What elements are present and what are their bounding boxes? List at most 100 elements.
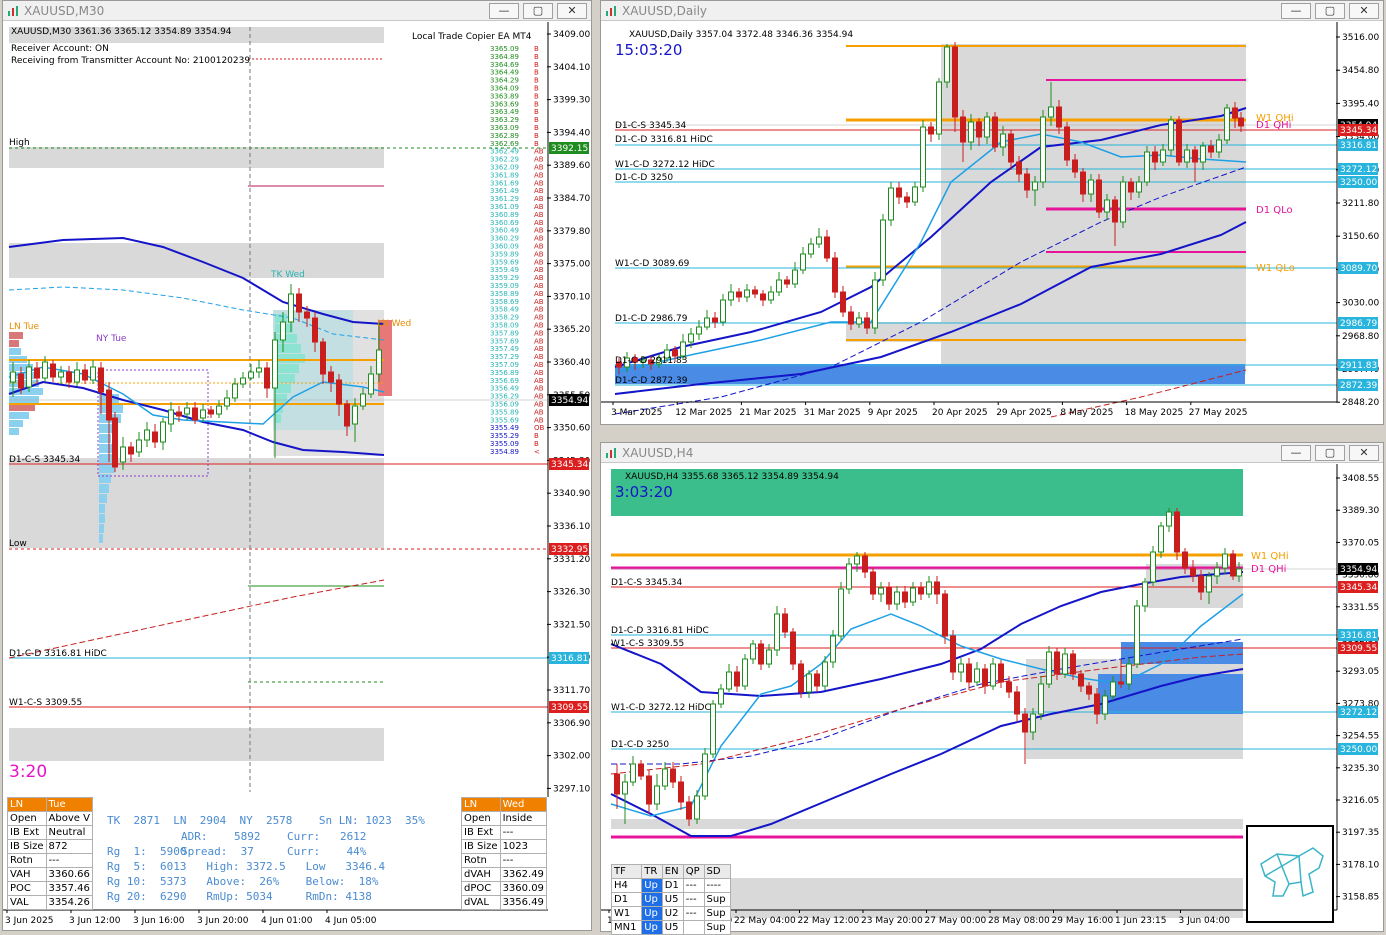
candle-bear: [192, 407, 198, 421]
time-tick-label: 3 Jun 04:00: [1179, 916, 1231, 926]
chart-window-daily[interactable]: XAUUSD,Daily — ▢ ✕ XAUUSD,Daily 3357.04 …: [600, 0, 1384, 425]
dom-price: 3359.09: [490, 282, 519, 290]
dom-price: 3361.49: [490, 187, 519, 195]
chart-area-h4[interactable]: XAUUSD,H4 3355.68 3365.12 3354.89 3354.9…: [601, 464, 1383, 935]
price-tag: 3250.00: [1340, 745, 1377, 755]
candle-bear: [902, 591, 908, 603]
dom-price: 3364.89: [490, 53, 519, 61]
candle-bull: [288, 293, 294, 323]
close-button[interactable]: ✕: [557, 2, 587, 19]
dom-flag: B: [534, 92, 539, 100]
window-titlebar[interactable]: XAUUSD,H4 — ▢ ✕: [601, 443, 1383, 463]
dom-price: 3359.69: [490, 258, 519, 266]
axis-tick-label: 3293.05: [1342, 667, 1379, 677]
chart-window-m30[interactable]: XAUUSD,M30 — ▢ ✕ XAUUSD,M30 3361.36 3365…: [2, 0, 592, 931]
axis-tick-label: 2848.20: [1342, 398, 1379, 408]
minimize-button[interactable]: —: [489, 2, 519, 19]
table-cell: dVAL: [461, 895, 501, 910]
dom-flag: AB: [534, 377, 544, 385]
minimize-button[interactable]: —: [1281, 2, 1311, 19]
dom-flag: OB: [534, 424, 545, 432]
m30-chart-canvas[interactable]: XAUUSD,M30 3361.36 3365.12 3354.89 3354.…: [3, 22, 591, 931]
axis-tick-label: 3516.00: [1342, 33, 1379, 43]
gray-zone: [9, 728, 384, 761]
chart-window-h4[interactable]: XAUUSD,H4 — ▢ ✕ XAUUSD,H4 3355.68 3365.1…: [600, 442, 1384, 935]
axis-tick-label: 3340.90: [553, 489, 590, 499]
dom-price: 3362.29: [490, 156, 519, 164]
candle-bull: [792, 269, 798, 285]
table-cell: Tue: [45, 797, 94, 812]
profile-bar: [99, 484, 109, 493]
profile-bar: [99, 534, 103, 543]
axis-tick-label: 3399.30: [553, 96, 590, 106]
candle-bear: [34, 367, 40, 379]
table-row: VAH 3360.66: [7, 867, 94, 882]
dom-price: 3355.89: [490, 408, 519, 416]
dom-flag: AB: [534, 401, 544, 409]
table-cell: Up: [641, 906, 663, 921]
window-titlebar[interactable]: XAUUSD,Daily — ▢ ✕: [601, 1, 1383, 21]
dom-flag: AB: [534, 385, 544, 393]
window-titlebar[interactable]: XAUUSD,M30 — ▢ ✕: [3, 1, 591, 21]
daily-chart-canvas[interactable]: XAUUSD,Daily 3357.04 3372.48 3346.36 335…: [601, 22, 1383, 425]
table-row: MN1 Up U5 Sup: [610, 920, 732, 935]
w1-qlo-label: W1 QLo: [1256, 263, 1295, 274]
chart-area-m30[interactable]: XAUUSD,M30 3361.36 3365.12 3354.89 3354.…: [3, 22, 591, 930]
time-tick-label: 3 Jun 16:00: [133, 916, 185, 926]
profile-bar: [99, 444, 113, 453]
table-cell: dVAH: [461, 867, 501, 882]
table-header-cell: TF: [610, 864, 643, 879]
candle-bull: [144, 429, 150, 441]
price-tag: 3316.81: [1340, 631, 1377, 641]
candle-bear: [1232, 107, 1238, 119]
dom-flag: AB: [534, 290, 544, 298]
axis-tick-label: 3331.55: [1342, 603, 1379, 613]
candle-bull: [160, 421, 166, 443]
candle-bear: [734, 671, 740, 687]
candle-bear: [712, 317, 718, 323]
dom-flag: AB: [534, 369, 544, 377]
dom-flag: AB: [534, 235, 544, 243]
table-cell: ---: [682, 892, 705, 907]
close-button[interactable]: ✕: [1349, 2, 1379, 19]
h4-chart-canvas[interactable]: XAUUSD,H4 3355.68 3365.12 3354.89 3354.9…: [601, 464, 1383, 932]
table-cell: 3354.26: [45, 895, 94, 910]
table-cell: ---: [682, 906, 705, 921]
dom-flag: AB: [534, 314, 544, 322]
chart-area-daily[interactable]: XAUUSD,Daily 3357.04 3372.48 3346.36 335…: [601, 22, 1383, 424]
axis-tick-label: 3331.20: [553, 555, 590, 565]
dom-flag: AB: [534, 306, 544, 314]
candle-bull: [806, 673, 812, 693]
close-button[interactable]: ✕: [1349, 444, 1379, 461]
candle-bull: [766, 649, 772, 665]
candle-bear: [862, 555, 868, 573]
table-cell: Sup: [703, 920, 732, 935]
candle-bull: [1184, 149, 1190, 163]
candle-bull: [768, 291, 774, 301]
table-cell: [682, 920, 705, 935]
dom-flag: AB: [534, 148, 544, 156]
dom-price: 3355.09: [490, 440, 519, 448]
table-row: LN Tue: [7, 797, 94, 812]
table-row: Open Inside: [461, 811, 548, 826]
ln-tue-label: LN Tue: [9, 322, 39, 332]
maximize-button[interactable]: ▢: [523, 2, 553, 19]
table-row: Rotn ---: [7, 853, 94, 868]
candle-bull: [654, 785, 660, 805]
minimize-button[interactable]: —: [1281, 444, 1311, 461]
candle-bear: [1016, 161, 1022, 175]
candle-bull: [1120, 181, 1126, 223]
dom-flag: AB: [534, 337, 544, 345]
price-tag: 3345.34: [551, 460, 588, 470]
candle-bull: [136, 439, 142, 453]
dom-flag: AB: [534, 219, 544, 227]
candle-bull: [926, 581, 932, 595]
candle-bear: [646, 775, 652, 805]
dom-price: 3361.69: [490, 179, 519, 187]
dom-price: 3359.49: [490, 266, 519, 274]
axis-tick-label: 3360.40: [553, 358, 590, 368]
maximize-button[interactable]: ▢: [1315, 444, 1345, 461]
dom-price: 3364.09: [490, 85, 519, 93]
maximize-button[interactable]: ▢: [1315, 2, 1345, 19]
price-tag: 2986.79: [1340, 319, 1377, 329]
